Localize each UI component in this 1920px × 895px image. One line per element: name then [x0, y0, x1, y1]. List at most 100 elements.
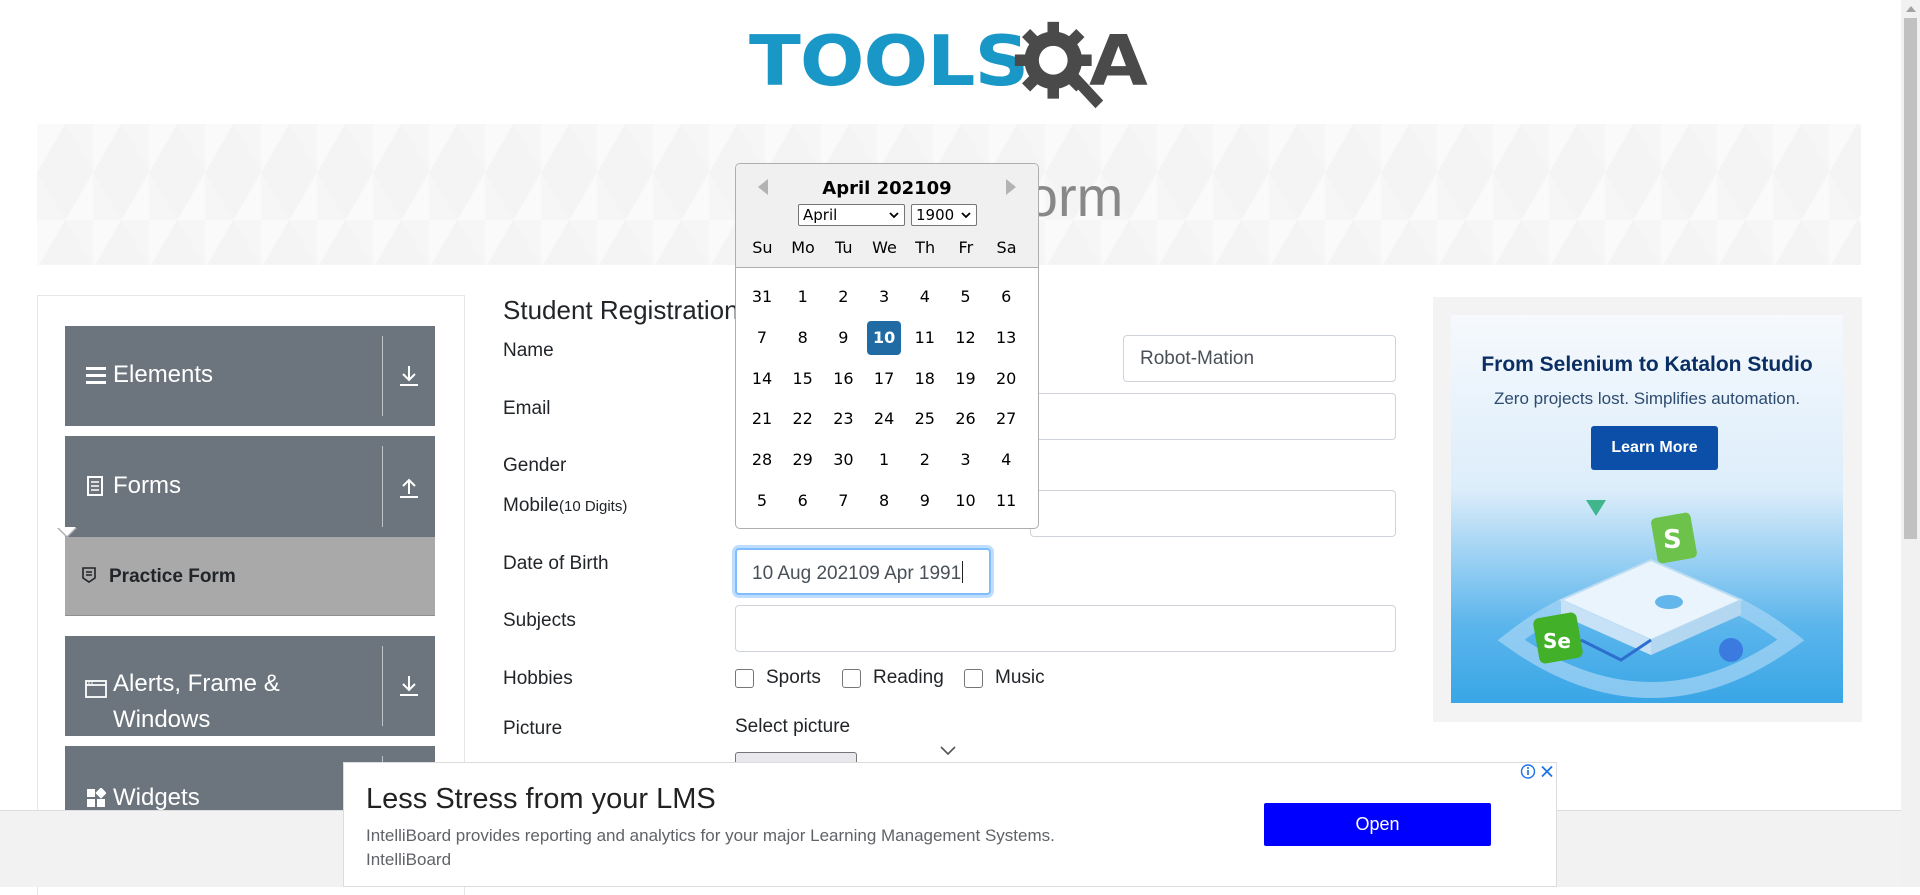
close-icon[interactable] [1538, 763, 1556, 780]
calendar-day[interactable]: 5 [949, 280, 983, 314]
calendar-day[interactable]: 6 [786, 484, 820, 518]
calendar-day[interactable]: 17 [867, 362, 901, 396]
datepicker-pointer [58, 527, 76, 536]
scrollbar-thumb[interactable] [1904, 18, 1917, 539]
month-select-value: April [803, 206, 838, 224]
gender-label: Gender [503, 455, 567, 476]
calendar-day[interactable]: 5 [745, 484, 779, 518]
day-name: Sa [996, 238, 1017, 257]
ad-subtitle: Zero projects lost. Simplifies automatio… [1493, 389, 1801, 408]
calendar-day[interactable]: 6 [989, 280, 1023, 314]
checkbox[interactable] [735, 668, 754, 688]
calendar-day[interactable]: 10 [867, 320, 902, 355]
calendar-day[interactable]: 4 [989, 443, 1023, 477]
bottom-ad-title[interactable]: Less Stress from your LMS [366, 783, 716, 816]
form-icon [82, 567, 96, 583]
checkbox[interactable] [842, 668, 861, 688]
last-name-input[interactable]: Robot-Mation [1123, 335, 1396, 382]
widgets-icon [87, 788, 106, 807]
calendar-day[interactable]: 2 [826, 280, 860, 314]
hobby-music[interactable]: Music [964, 667, 1045, 689]
calendar-day[interactable]: 26 [949, 402, 983, 436]
divider [382, 446, 383, 527]
page-scrollbar[interactable] [1901, 0, 1920, 887]
subjects-input[interactable] [735, 605, 1396, 652]
upload-arrow-icon[interactable] [395, 474, 423, 502]
mobile-hint: (10 Digits) [558, 498, 628, 515]
ad-creative[interactable]: From Selenium to Katalon Studio Zero pro… [1451, 315, 1843, 703]
calendar-day[interactable]: 14 [745, 362, 779, 396]
divider [382, 336, 383, 416]
bottom-ad-advertiser: IntelliBoard [366, 850, 452, 869]
calendar-day[interactable]: 30 [826, 443, 860, 477]
datepicker-header: April 202109 April 1900 Su Mo Tu We Th F… [736, 164, 1038, 268]
ad-title: From Selenium to Katalon Studio [1481, 353, 1813, 376]
calendar-day[interactable]: 24 [867, 402, 901, 436]
calendar-day[interactable]: 31 [745, 280, 779, 314]
calendar-day[interactable]: 2 [908, 443, 942, 477]
calendar-day[interactable]: 22 [786, 402, 820, 436]
next-month-button[interactable] [1003, 178, 1019, 196]
calendar-day[interactable]: 7 [745, 321, 779, 355]
scroll-up-arrow[interactable] [1906, 6, 1916, 12]
download-arrow-icon[interactable] [395, 362, 423, 390]
month-select[interactable]: April [798, 204, 905, 226]
calendar-day[interactable]: 3 [949, 443, 983, 477]
sidebar-group-alerts[interactable]: Alerts, Frame & Windows [65, 636, 435, 736]
calendar-day[interactable]: 23 [826, 402, 860, 436]
calendar-day[interactable]: 3 [867, 280, 901, 314]
sidebar-item-practice-form[interactable]: Practice Form [65, 537, 435, 616]
name-label: Name [503, 340, 554, 361]
email-input[interactable] [1030, 393, 1396, 440]
calendar-day[interactable]: 16 [826, 362, 860, 396]
calendar-day[interactable]: 10 [949, 484, 983, 518]
document-icon [87, 476, 103, 496]
toolsqa-logo[interactable]: TOOLS A [749, 18, 1154, 114]
calendar-day[interactable]: 4 [908, 280, 942, 314]
year-select[interactable]: 1900 [911, 204, 977, 226]
logo-text: TOOLS [749, 19, 1029, 102]
chevron-down-icon[interactable] [939, 745, 957, 757]
calendar-day[interactable]: 25 [908, 402, 942, 436]
calendar-day[interactable]: 21 [745, 402, 779, 436]
checkbox[interactable] [964, 668, 983, 688]
calendar-day[interactable]: 20 [989, 362, 1023, 396]
calendar-day[interactable]: 1 [867, 443, 901, 477]
dob-value: 10 Aug 202109 Apr 1991 [752, 563, 962, 584]
bottom-advertisement[interactable]: Less Stress from your LMS IntelliBoard p… [343, 762, 1557, 887]
mobile-label-text: Mobile [503, 495, 559, 516]
calendar-day[interactable]: 11 [908, 321, 942, 355]
calendar-day[interactable]: 27 [989, 402, 1023, 436]
calendar-day[interactable]: 11 [989, 484, 1023, 518]
calendar-day[interactable]: 19 [949, 362, 983, 396]
day-name: Su [752, 238, 773, 257]
chevron-down-icon [889, 212, 899, 219]
sidebar-group-label: Elements [113, 361, 214, 388]
calendar-day[interactable]: 7 [826, 484, 860, 518]
bottom-ad-text: IntelliBoard provides reporting and anal… [366, 824, 1186, 872]
calendar-day[interactable]: 1 [786, 280, 820, 314]
date-of-birth-input[interactable]: 10 Aug 202109 Apr 1991 [735, 548, 991, 595]
calendar-day[interactable]: 9 [908, 484, 942, 518]
calendar-day[interactable]: 15 [786, 362, 820, 396]
hobby-reading[interactable]: Reading [842, 667, 944, 689]
sidebar-group-forms[interactable]: Forms [65, 436, 435, 537]
open-button[interactable]: Open [1264, 803, 1491, 846]
sidebar-group-elements[interactable]: Elements [65, 326, 435, 426]
calendar-day[interactable]: 8 [867, 484, 901, 518]
calendar-day[interactable]: 12 [949, 321, 983, 355]
calendar-day[interactable]: 28 [745, 443, 779, 477]
calendar-day[interactable]: 13 [989, 321, 1023, 355]
download-arrow-icon[interactable] [395, 672, 423, 700]
calendar-day[interactable]: 8 [786, 321, 820, 355]
datepicker-popup: April 202109 April 1900 Su Mo Tu We Th F… [735, 163, 1039, 529]
mobile-input[interactable] [1030, 490, 1396, 537]
day-name: Th [915, 238, 936, 257]
calendar-day[interactable]: 18 [908, 362, 942, 396]
calendar-day[interactable]: 29 [786, 443, 820, 477]
learn-more-button[interactable]: Learn More [1591, 426, 1718, 470]
calendar-day[interactable]: 9 [826, 321, 860, 355]
info-icon[interactable] [1519, 763, 1537, 780]
hobby-sports[interactable]: Sports [735, 667, 821, 689]
side-advertisement[interactable]: From Selenium to Katalon Studio Zero pro… [1433, 297, 1862, 722]
